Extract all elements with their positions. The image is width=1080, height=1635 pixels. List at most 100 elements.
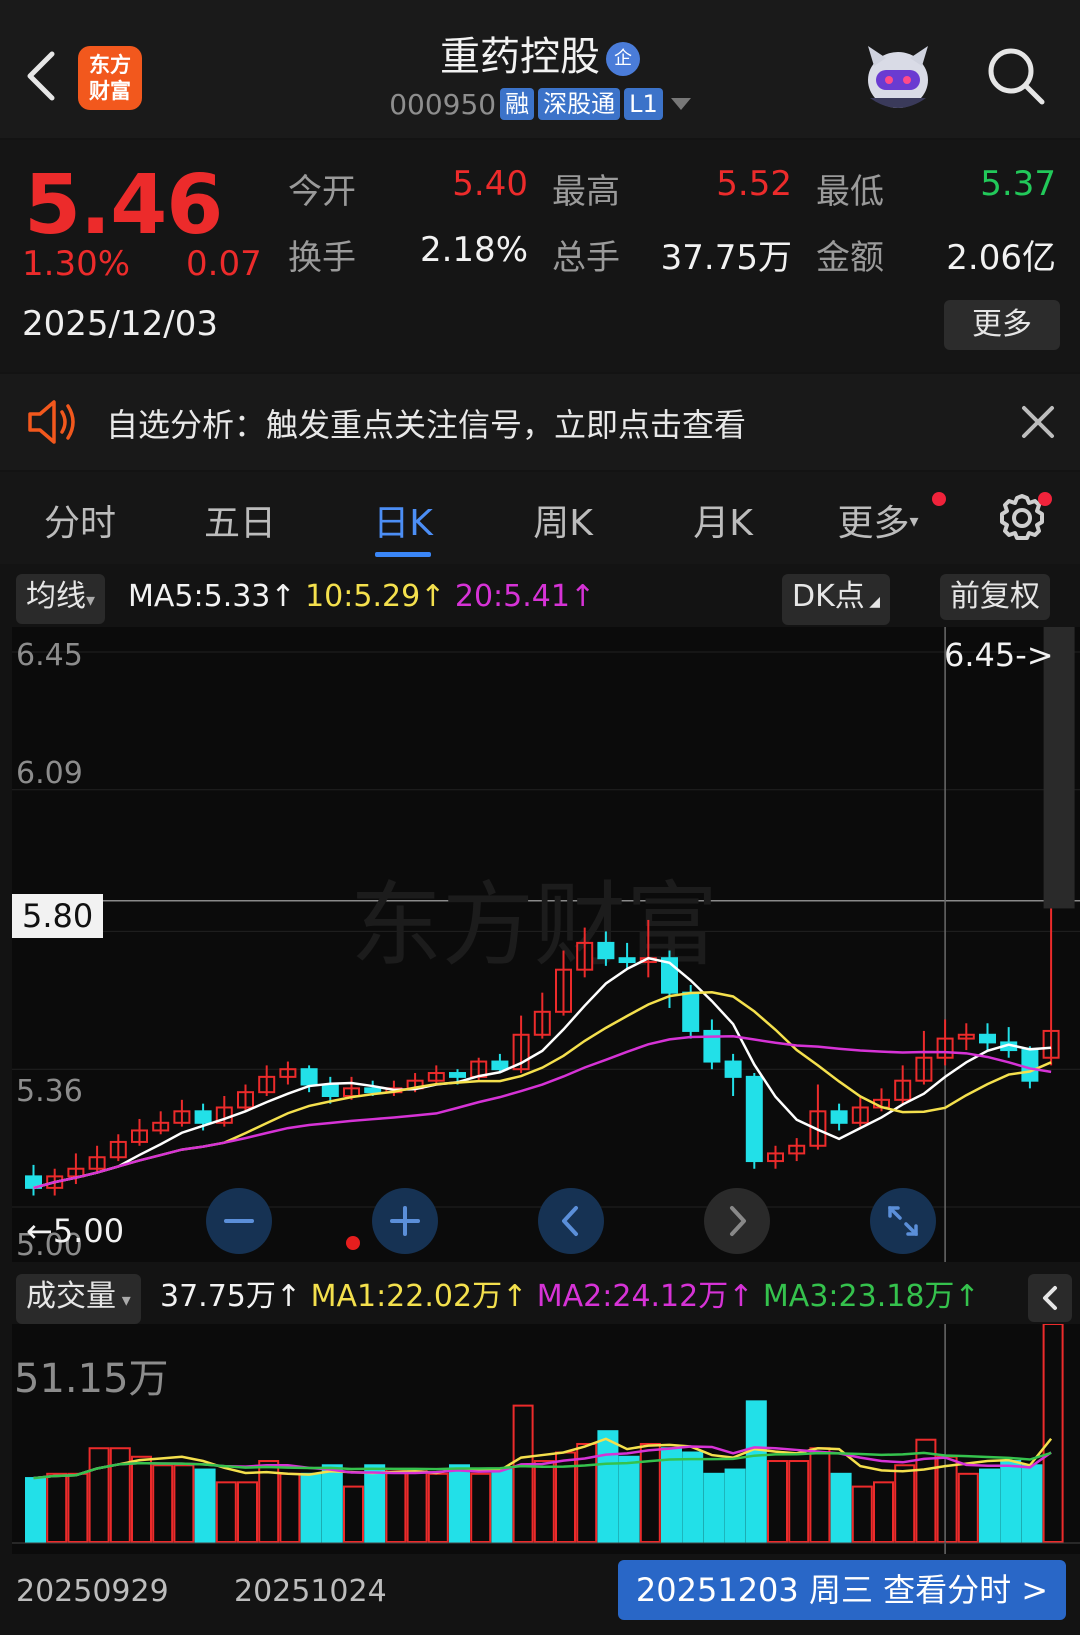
volume-selector-label: 成交量 [26, 1279, 116, 1314]
ma-indicator-bar: 均线▾ MA5:5.33↑ 10:5.29↑ 20:5.41↑ DK点 ◢ 前复… [0, 572, 1080, 625]
enterprise-badge: 企 [606, 42, 640, 76]
robot-assistant-icon[interactable] [860, 40, 936, 112]
dk-point-label: DK点 [792, 579, 865, 614]
candle-body-28 [618, 957, 636, 964]
volume-bar-14 [321, 1464, 343, 1543]
close-icon[interactable] [1016, 400, 1060, 444]
zoom-out-button[interactable] [206, 1188, 272, 1254]
ma20-arrow: ↑ [569, 579, 596, 614]
candle-body-47 [1021, 1049, 1039, 1082]
scroll-left-button[interactable] [538, 1188, 604, 1254]
volume-bar-32 [703, 1472, 725, 1544]
ma-selector-label: 均线 [26, 579, 86, 614]
tab-weekly-k[interactable]: 周K [498, 494, 628, 546]
tab-five-day[interactable]: 五日 [175, 494, 305, 546]
candle-body-14 [321, 1083, 339, 1098]
y-label-2: 6.09 [16, 756, 83, 791]
volume-chart[interactable] [12, 1324, 1080, 1554]
notice-banner[interactable]: 自选分析：触发重点关注信号，立即点击查看 [0, 374, 1080, 470]
tag-margin: 融 [500, 88, 535, 120]
tag-shenzhen-connect: 深股通 [538, 88, 621, 120]
stock-code: 000950 [389, 88, 497, 121]
last-price: 5.46 [24, 158, 223, 253]
view-intraday-button[interactable]: 20251203 周三 查看分时 > [618, 1560, 1066, 1620]
candle-body-45 [979, 1033, 996, 1044]
volume-ma1: MA1:22.02万 [310, 1279, 503, 1314]
collapse-panel-button[interactable] [1028, 1274, 1072, 1322]
ma-selector-button[interactable]: 均线▾ [16, 574, 106, 624]
ma10-arrow: ↑ [420, 579, 446, 614]
expand-icon [888, 1206, 918, 1236]
tab-daily-k[interactable]: 日K [338, 494, 468, 546]
chevron-left-icon [1043, 1286, 1057, 1310]
volume-bar-20 [449, 1464, 470, 1543]
high-price-marker: 6.45-> [944, 636, 1054, 674]
change-percent: 1.30% [22, 244, 131, 284]
candle-body-27 [597, 941, 615, 960]
volume-ma3-arrow: ↑ [954, 1279, 980, 1314]
minus-icon [224, 1219, 254, 1223]
scroll-right-button[interactable] [704, 1188, 770, 1254]
volume-label: 总手 [552, 238, 620, 278]
volume-bar-31 [682, 1451, 704, 1543]
speaker-icon [28, 400, 75, 444]
ma5-arrow: ↑ [270, 579, 296, 614]
tab-more[interactable]: 更多▾ [818, 494, 938, 546]
ma20-value: 20:5.41 [454, 579, 570, 614]
amount-label: 金额 [816, 238, 884, 278]
candle-body-38 [830, 1110, 848, 1124]
forward-adjust-button[interactable]: 前复权 [940, 574, 1050, 620]
low-value: 5.37 [980, 164, 1056, 204]
volume-bar-13 [300, 1472, 322, 1544]
candle-body-31 [682, 991, 700, 1032]
tab-monthly-k[interactable]: 月K [658, 494, 788, 546]
volume-value: 37.75万 [660, 238, 792, 278]
volume-bar-33 [724, 1468, 746, 1543]
volume-selector-button[interactable]: 成交量 ▾ [16, 1274, 141, 1324]
notice-text: 自选分析：触发重点关注信号，立即点击查看 [106, 406, 747, 444]
plus-icon [390, 1206, 420, 1236]
y-label-4: 5.36 [16, 1074, 83, 1109]
low-label: 最低 [816, 172, 884, 212]
kline-chart[interactable]: 东方财富 [12, 627, 1080, 1262]
dropdown-caret-icon[interactable] [670, 98, 691, 110]
volume-bar-27 [597, 1430, 619, 1543]
volume-bar-16 [364, 1464, 386, 1543]
search-icon[interactable] [984, 44, 1048, 108]
tab-more-label: 更多 [837, 503, 910, 544]
open-label: 今开 [288, 172, 356, 212]
top-header: 东方 财富 重药控股企 000950 融深股通 L1 [0, 0, 1080, 138]
tab-intraday[interactable]: 分时 [15, 494, 145, 546]
fullscreen-button[interactable] [870, 1188, 936, 1254]
volume-bar-34 [745, 1400, 767, 1543]
candle-body-22 [491, 1060, 509, 1071]
tab-more-caret-icon: ▾ [909, 511, 919, 532]
quote-date: 2025/12/03 [22, 304, 218, 344]
turnover-value: 2.18% [419, 230, 528, 270]
candle-body-13 [300, 1068, 318, 1086]
quote-panel: 5.46 1.30% 0.07 2025/12/03 今开 5.40 最高 5.… [0, 140, 1080, 372]
open-value: 5.40 [452, 164, 528, 204]
volume-max-label: 51.15万 [14, 1356, 169, 1402]
volume-bar-28 [618, 1455, 640, 1544]
candle-body-8 [194, 1110, 212, 1124]
chevron-left-icon [562, 1206, 578, 1236]
volume-ma3: MA3:23.18万 [762, 1279, 955, 1314]
zoom-in-button[interactable] [372, 1188, 438, 1254]
stock-name: 重药控股 [440, 34, 600, 80]
dk-corner-icon: ◢ [864, 594, 880, 610]
dk-point-button[interactable]: DK点 ◢ [782, 574, 890, 625]
ma-selector-caret-icon: ▾ [86, 590, 96, 611]
more-quote-button[interactable]: 更多 [944, 300, 1060, 350]
candle-body-16 [364, 1087, 382, 1094]
period-tabs: 分时 五日 日K 周K 月K 更多▾ [0, 472, 1080, 564]
y-label-top: 6.45 [16, 638, 83, 673]
volume-indicator-bar: 成交量 ▾ 37.75万↑ MA1:22.02万↑ MA2:24.12万↑ MA… [0, 1270, 1080, 1326]
volume-ma1-arrow: ↑ [502, 1279, 528, 1314]
volume-bar-45 [979, 1468, 1000, 1543]
ma10-value: 10:5.29 [305, 579, 421, 614]
volume-bar-0 [25, 1477, 46, 1544]
volume-bar-8 [194, 1468, 216, 1543]
high-label: 最高 [552, 172, 620, 212]
volume-bar-30 [661, 1447, 682, 1543]
